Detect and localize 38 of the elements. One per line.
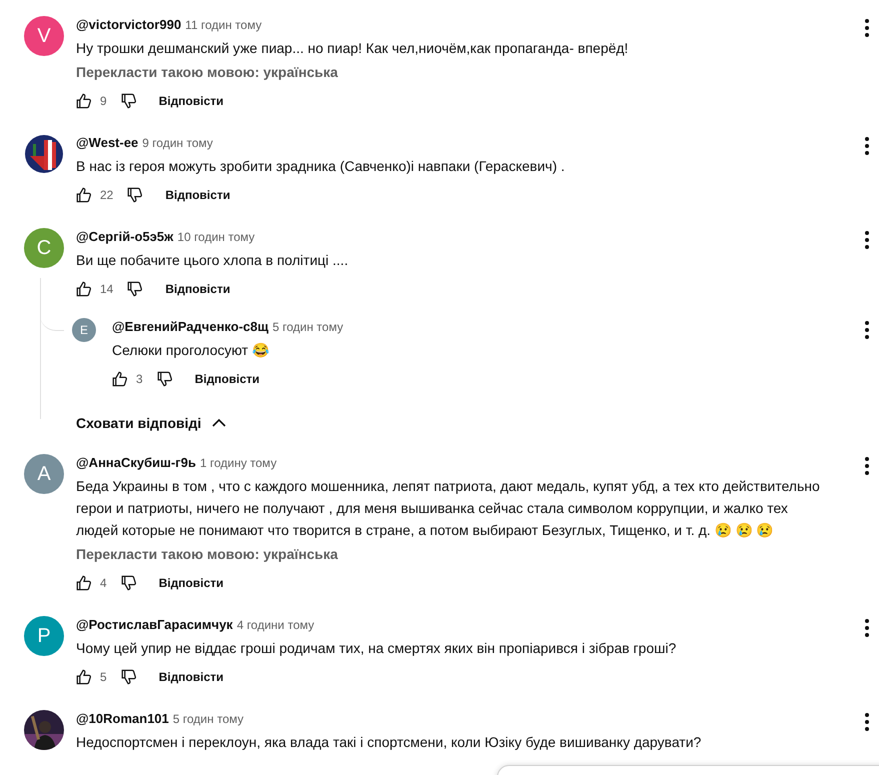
like-count: 14 [100,282,114,296]
author-name[interactable]: @victorvictor990 [76,16,182,34]
comment-time[interactable]: 9 годин тому [142,134,213,152]
comment-time[interactable]: 11 годин тому [185,16,262,34]
reply-button[interactable]: Відповісти [144,568,238,598]
like-count: 3 [136,372,143,386]
like-count: 9 [100,94,107,108]
reply-button[interactable]: Відповісти [144,662,238,692]
comment-text: Селюки проголосуют 😂 [112,341,270,360]
avatar[interactable]: V [24,16,64,56]
comment-time[interactable]: 4 години тому [236,616,314,634]
like-count: 5 [100,670,107,684]
avatar[interactable]: P [24,616,64,656]
comment-time[interactable]: 10 годин тому [177,228,255,246]
reply-button[interactable]: Відповісти [180,364,274,394]
comment-text: Беда Украины в том , что с каждого мошенника, лепят патриота, дают медаль, купят убд, а тех кто действительно герои и патриоты, ничего не получают , для меня вышиванка сейчас стала символом коррупции, и жалко тех людей которые не понимают что творится в стране, а потом выбирают Безуглых, Тищенко, и т. д. 😢 😢 😢 [76,477,821,540]
reply-button[interactable]: Відповісти [151,180,244,210]
reply-button[interactable]: Відповісти [151,274,244,304]
author-name[interactable]: @АннаСкубиш-г9ь [76,454,196,472]
comment-text: Ну трошки дешманский уже пиар... но пиар! Как чел,ниочём,как пропаганда- вперёд! [76,39,630,58]
comment-text: Чому цей упир не віддає гроші родичам тих, на смертях яких він пропіарився і зібрав гроші? [76,639,678,658]
like-count: 4 [100,576,107,590]
author-name[interactable]: @West-ee [76,134,138,152]
comment-time[interactable]: 5 годин тому [272,318,344,336]
translate-link[interactable]: Перекласти такою мовою: українська [76,543,827,565]
translate-link[interactable]: Перекласти такою мовою: українська [76,61,827,83]
comment-text: В нас із героя можуть зробити зрадника (Савченко)і навпаки (Гераскевич) . [76,157,566,176]
comment-time[interactable]: 5 годин тому [172,710,244,728]
author-name[interactable]: @Сергій-о5э5ж [76,228,174,246]
author-name[interactable]: @ЕвгенийРадченко-с8щ [112,318,268,336]
comment-text: Недоспортсмен і переклоун, яка влада такі і спортсмени, коли Юзіку буде вишиванку дарувати? [76,733,702,752]
hide-replies-button[interactable]: Сховати відповіді [76,407,228,439]
like-count: 22 [100,188,114,202]
reply-button[interactable]: Відповісти [144,86,238,116]
comment-text: Ви ще побачите цього хлопа в політиці .... [76,251,350,270]
author-name[interactable]: @10Roman101 [76,710,169,728]
author-name[interactable]: @РостиславГарасимчук [76,616,233,634]
comment-time[interactable]: 1 годину тому [200,454,277,472]
